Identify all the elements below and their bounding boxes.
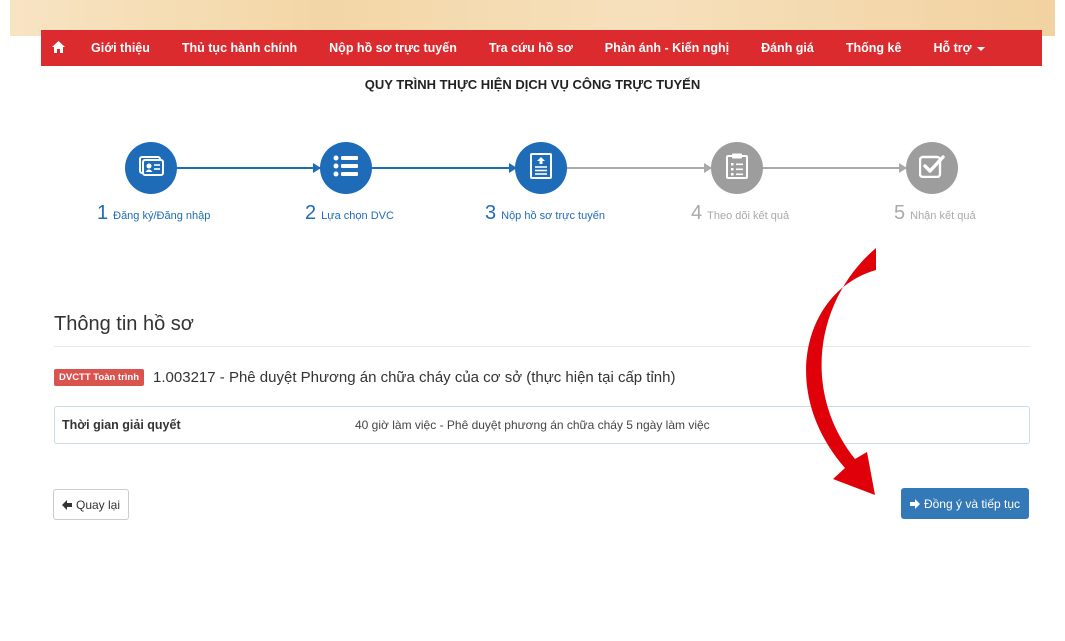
list-icon bbox=[333, 155, 359, 182]
nav-thu-tuc-hanh-chinh[interactable]: Thủ tục hành chính bbox=[166, 41, 313, 55]
step-5-number: 5 bbox=[894, 202, 906, 224]
nav-thong-ke[interactable]: Thống kê bbox=[830, 41, 918, 55]
step-2-number: 2 bbox=[305, 202, 317, 224]
step-4-text: Theo dõi kết quả bbox=[707, 210, 790, 222]
upload-document-icon bbox=[530, 152, 552, 184]
section-title: Thông tin hồ sơ bbox=[54, 313, 194, 335]
step-1-text: Đăng ký/Đăng nhập bbox=[113, 210, 211, 222]
step-3-number: 3 bbox=[485, 202, 497, 224]
step-connector-2-3 bbox=[372, 167, 516, 169]
nav-danh-gia[interactable]: Đánh giá bbox=[745, 41, 830, 55]
step-3-label: 3 Nộp hồ sơ trực tuyến bbox=[485, 202, 605, 225]
caret-down-icon bbox=[976, 46, 985, 51]
id-card-icon bbox=[138, 155, 164, 182]
step-connector-1-2 bbox=[176, 167, 320, 169]
step-5-text: Nhận kết quả bbox=[910, 210, 976, 222]
arrow-right-icon bbox=[909, 498, 920, 509]
step-4-number: 4 bbox=[691, 202, 703, 224]
service-row: DVCTT Toàn trình 1.003217 - Phê duyệt Ph… bbox=[54, 369, 675, 386]
agree-continue-button-label: Đồng ý và tiếp tục bbox=[923, 496, 1021, 511]
back-button[interactable]: Quay lại bbox=[53, 489, 129, 520]
step-1-label: 1 Đăng ký/Đăng nhập bbox=[97, 202, 210, 225]
step-3-text: Nộp hồ sơ trực tuyến bbox=[501, 210, 605, 222]
step-5-label: 5 Nhận kết quả bbox=[894, 202, 976, 225]
nav-tra-cuu-ho-so[interactable]: Tra cứu hồ sơ bbox=[473, 41, 589, 55]
step-2-text: Lựa chọn DVC bbox=[321, 210, 394, 222]
agree-continue-button[interactable]: Đồng ý và tiếp tục bbox=[901, 488, 1029, 519]
step-2-label: 2 Lựa chọn DVC bbox=[305, 202, 394, 225]
home-icon[interactable] bbox=[41, 40, 75, 56]
annotation-arrow-icon bbox=[806, 248, 876, 495]
step-4-circle bbox=[711, 142, 763, 194]
step-connector-4-5 bbox=[762, 167, 906, 169]
processing-time-value: 40 giờ làm việc - Phê duyệt phương án ch… bbox=[355, 418, 710, 432]
nav-nop-ho-so[interactable]: Nộp hồ sơ trực tuyến bbox=[313, 41, 473, 55]
nav-gioi-thieu[interactable]: Giới thiệu bbox=[75, 41, 166, 55]
arrow-left-icon bbox=[61, 499, 72, 510]
step-connector-3-4 bbox=[567, 167, 711, 169]
back-button-label: Quay lại bbox=[75, 497, 121, 512]
process-title: QUY TRÌNH THỰC HIỆN DỊCH VỤ CÔNG TRỰC TU… bbox=[364, 77, 701, 92]
service-type-badge: DVCTT Toàn trình bbox=[54, 369, 145, 386]
nav-phan-anh-kien-nghi[interactable]: Phản ánh - Kiến nghị bbox=[589, 41, 745, 55]
service-name: 1.003217 - Phê duyệt Phương án chữa cháy… bbox=[153, 369, 676, 386]
check-square-icon bbox=[918, 154, 945, 183]
step-2-circle bbox=[320, 142, 372, 194]
step-3-circle bbox=[515, 142, 567, 194]
step-4-label: 4 Theo dõi kết quả bbox=[691, 202, 789, 225]
step-1-number: 1 bbox=[97, 202, 109, 224]
step-5-circle bbox=[906, 142, 958, 194]
processing-time-label: Thời gian giải quyết bbox=[62, 418, 181, 432]
nav-ho-tro-label: Hỗ trợ bbox=[933, 41, 972, 55]
main-navbar: Giới thiệu Thủ tục hành chính Nộp hồ sơ … bbox=[41, 30, 1042, 66]
clipboard-icon bbox=[726, 153, 748, 184]
nav-ho-tro[interactable]: Hỗ trợ bbox=[917, 41, 1000, 55]
step-1-circle bbox=[125, 142, 177, 194]
